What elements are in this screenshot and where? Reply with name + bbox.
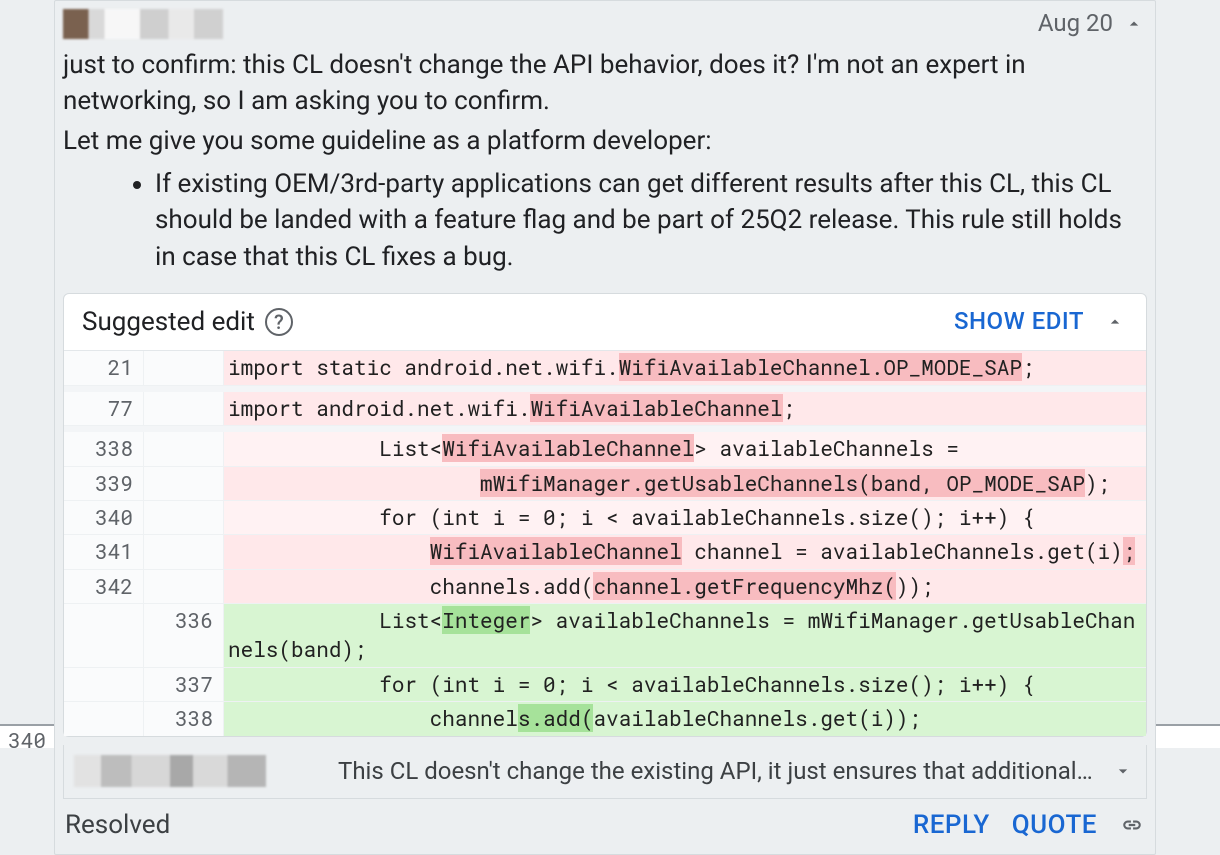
line-number-new: 337 bbox=[144, 668, 224, 701]
line-number-new: 338 bbox=[144, 702, 224, 735]
review-comment-card: Aug 20 just to confirm: this CL doesn't … bbox=[54, 0, 1156, 855]
chevron-up-icon bbox=[1105, 312, 1125, 332]
line-number-old: 339 bbox=[64, 467, 144, 500]
show-edit-button[interactable]: SHOW EDIT bbox=[954, 305, 1084, 339]
diff-code: WifiAvailableChannel channel = available… bbox=[224, 535, 1146, 568]
comment-date: Aug 20 bbox=[1038, 7, 1113, 41]
line-number-old: 21 bbox=[64, 351, 144, 384]
diff-row: 338 List<WifiAvailableChannel> available… bbox=[64, 432, 1146, 466]
suggested-edit-title: Suggested edit ? bbox=[82, 304, 293, 340]
comment-header: Aug 20 bbox=[55, 1, 1155, 43]
line-number-old bbox=[64, 668, 144, 701]
diff-code: import static android.net.wifi.WifiAvail… bbox=[224, 351, 1146, 384]
line-number-new: 336 bbox=[144, 604, 224, 667]
quote-button[interactable]: QUOTE bbox=[1012, 807, 1097, 843]
copy-link-button[interactable] bbox=[1119, 812, 1145, 838]
comment-list-item: If existing OEM/3rd-party applications c… bbox=[155, 166, 1147, 275]
diff-row: 341 WifiAvailableChannel channel = avail… bbox=[64, 535, 1146, 569]
suggested-edit-header: Suggested edit ? SHOW EDIT bbox=[64, 294, 1146, 350]
line-number-new bbox=[144, 570, 224, 603]
help-icon[interactable]: ? bbox=[265, 308, 293, 336]
line-number-old bbox=[64, 702, 144, 735]
diff-row: 338 channels.add(availableChannels.get(i… bbox=[64, 702, 1146, 735]
line-number-new bbox=[144, 501, 224, 534]
expand-reply-icon[interactable] bbox=[1110, 758, 1136, 784]
diff-code: List<WifiAvailableChannel> availableChan… bbox=[224, 432, 1146, 465]
link-icon bbox=[1119, 812, 1145, 838]
reply-avatar-redacted bbox=[74, 755, 266, 787]
diff-code: for (int i = 0; i < availableChannels.si… bbox=[224, 668, 1146, 701]
comment-paragraph: just to confirm: this CL doesn't change … bbox=[63, 47, 1147, 120]
diff-code: channels.add(availableChannels.get(i)); bbox=[224, 702, 1146, 735]
line-number-new bbox=[144, 351, 224, 384]
line-number-new bbox=[144, 392, 224, 425]
line-number-old: 338 bbox=[64, 432, 144, 465]
suggested-edit-block: Suggested edit ? SHOW EDIT 21 import stat… bbox=[63, 293, 1147, 737]
diff-row: 21 import static android.net.wifi.WifiAva… bbox=[64, 351, 1146, 385]
diff-row: 340 for (int i = 0; i < availableChannel… bbox=[64, 501, 1146, 535]
line-number-new bbox=[144, 467, 224, 500]
line-number-new bbox=[144, 535, 224, 568]
line-number-old: 342 bbox=[64, 570, 144, 603]
line-number-new bbox=[144, 432, 224, 465]
comment-footer: Resolved REPLY QUOTE bbox=[55, 799, 1155, 853]
comment-paragraph: Let me give you some guideline as a plat… bbox=[63, 123, 1147, 159]
collapse-suggested-edit-icon[interactable] bbox=[1102, 309, 1128, 335]
diff-row: 77 import android.net.wifi.WifiAvailableC… bbox=[64, 392, 1146, 426]
diff-code: channels.add(channel.getFrequencyMhz()); bbox=[224, 570, 1146, 603]
footer-actions: REPLY QUOTE bbox=[913, 807, 1145, 843]
line-number-old: 77 bbox=[64, 392, 144, 425]
comment-list: If existing OEM/3rd-party applications c… bbox=[63, 166, 1147, 275]
diff-code: for (int i = 0; i < availableChannels.si… bbox=[224, 501, 1146, 534]
reply-preview-row[interactable]: This CL doesn't change the existing API,… bbox=[63, 745, 1147, 800]
diff-code: mWifiManager.getUsableChannels(band, OP_… bbox=[224, 467, 1146, 500]
line-number-old: 340 bbox=[64, 501, 144, 534]
diff-code: List<Integer> availableChannels = mWifiM… bbox=[224, 604, 1146, 667]
chevron-up-icon bbox=[1124, 14, 1144, 34]
diff-table: 21 import static android.net.wifi.WifiAva… bbox=[64, 350, 1146, 735]
comment-body: just to confirm: this CL doesn't change … bbox=[55, 43, 1155, 293]
resolved-status: Resolved bbox=[65, 807, 170, 843]
diff-row: 337 for (int i = 0; i < availableChannel… bbox=[64, 668, 1146, 702]
diff-row: 339 mWifiManager.getUsableChannels(band,… bbox=[64, 467, 1146, 501]
reply-preview-text: This CL doesn't change the existing API,… bbox=[338, 755, 1102, 789]
collapse-comment-icon[interactable] bbox=[1121, 11, 1147, 37]
diff-row: 342 channels.add(channel.getFrequencyMhz… bbox=[64, 570, 1146, 604]
reply-button[interactable]: REPLY bbox=[913, 807, 990, 843]
diff-code: import android.net.wifi.WifiAvailableCha… bbox=[224, 392, 1146, 425]
diff-row: 336 List<Integer> availableChannels = mW… bbox=[64, 604, 1146, 668]
author-avatar-redacted bbox=[63, 9, 223, 39]
line-number-old: 341 bbox=[64, 535, 144, 568]
line-number-old bbox=[64, 604, 144, 667]
chevron-down-icon bbox=[1113, 761, 1133, 781]
